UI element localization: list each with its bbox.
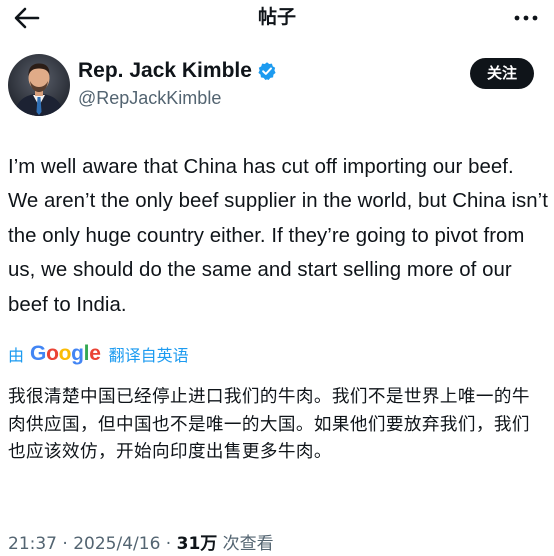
translated-text: 我很清楚中国已经停止进口我们的牛肉。我们不是世界上唯一的牛肉供应国，但中国也不是… [8,387,530,462]
translate-from-english-link[interactable]: 翻译自英语 [109,342,189,366]
tweet-text: I’m well aware that China has cut off im… [8,156,548,316]
more-vertical-icon [514,15,538,21]
views-label: 次查看 [217,534,274,554]
avatar[interactable] [8,54,70,116]
translation-attribution: 由 Google 翻译自英语 [8,340,189,368]
meta-separator: · [160,534,177,554]
author-display-name[interactable]: Rep. Jack Kimble [78,57,252,85]
author-name-row: Rep. Jack Kimble [78,57,277,85]
tweet-date[interactable]: 2025/4/16 [73,534,160,554]
google-logo: Google [30,342,101,365]
meta-separator: · [57,534,74,554]
top-bar: 帖子 [0,0,554,36]
more-button[interactable] [512,6,540,30]
views-count: 31万 [176,534,218,554]
tweet-meta: 21:37 · 2025/4/16 · 31万 次查看 [8,532,274,556]
author-handle[interactable]: @RepJackKimble [78,86,221,110]
verified-badge-icon [258,62,276,80]
follow-button[interactable]: 关注 [470,58,534,89]
translated-by-label: 由 [8,346,25,365]
page-title: 帖子 [257,6,296,28]
tweet-time[interactable]: 21:37 [8,534,57,554]
